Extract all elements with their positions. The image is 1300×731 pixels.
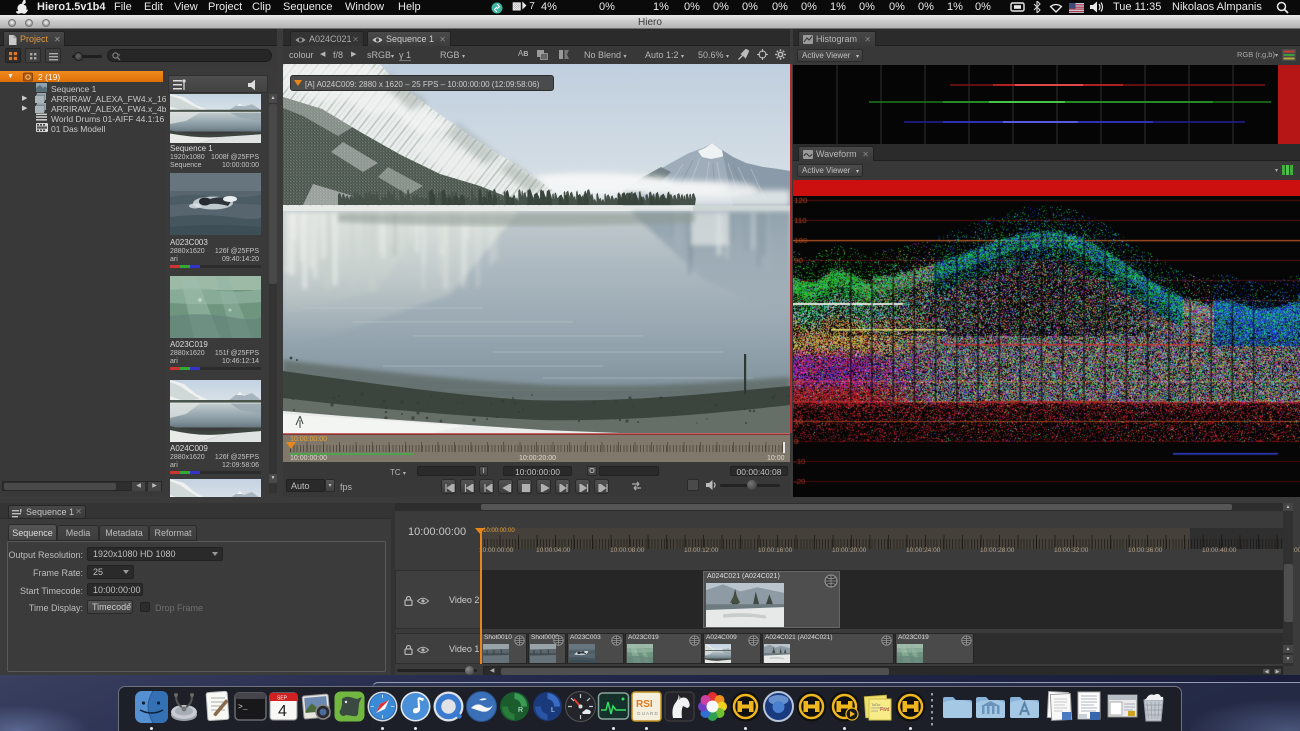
svg-text:4: 4 bbox=[278, 703, 287, 720]
svg-text:SEP: SEP bbox=[277, 696, 288, 702]
svg-text:G U A R D: G U A R D bbox=[637, 711, 659, 716]
svg-text:L: L bbox=[551, 707, 555, 714]
svg-text:R: R bbox=[518, 707, 523, 714]
svg-text:>_: >_ bbox=[238, 703, 248, 712]
svg-text:RSI: RSI bbox=[636, 699, 653, 710]
